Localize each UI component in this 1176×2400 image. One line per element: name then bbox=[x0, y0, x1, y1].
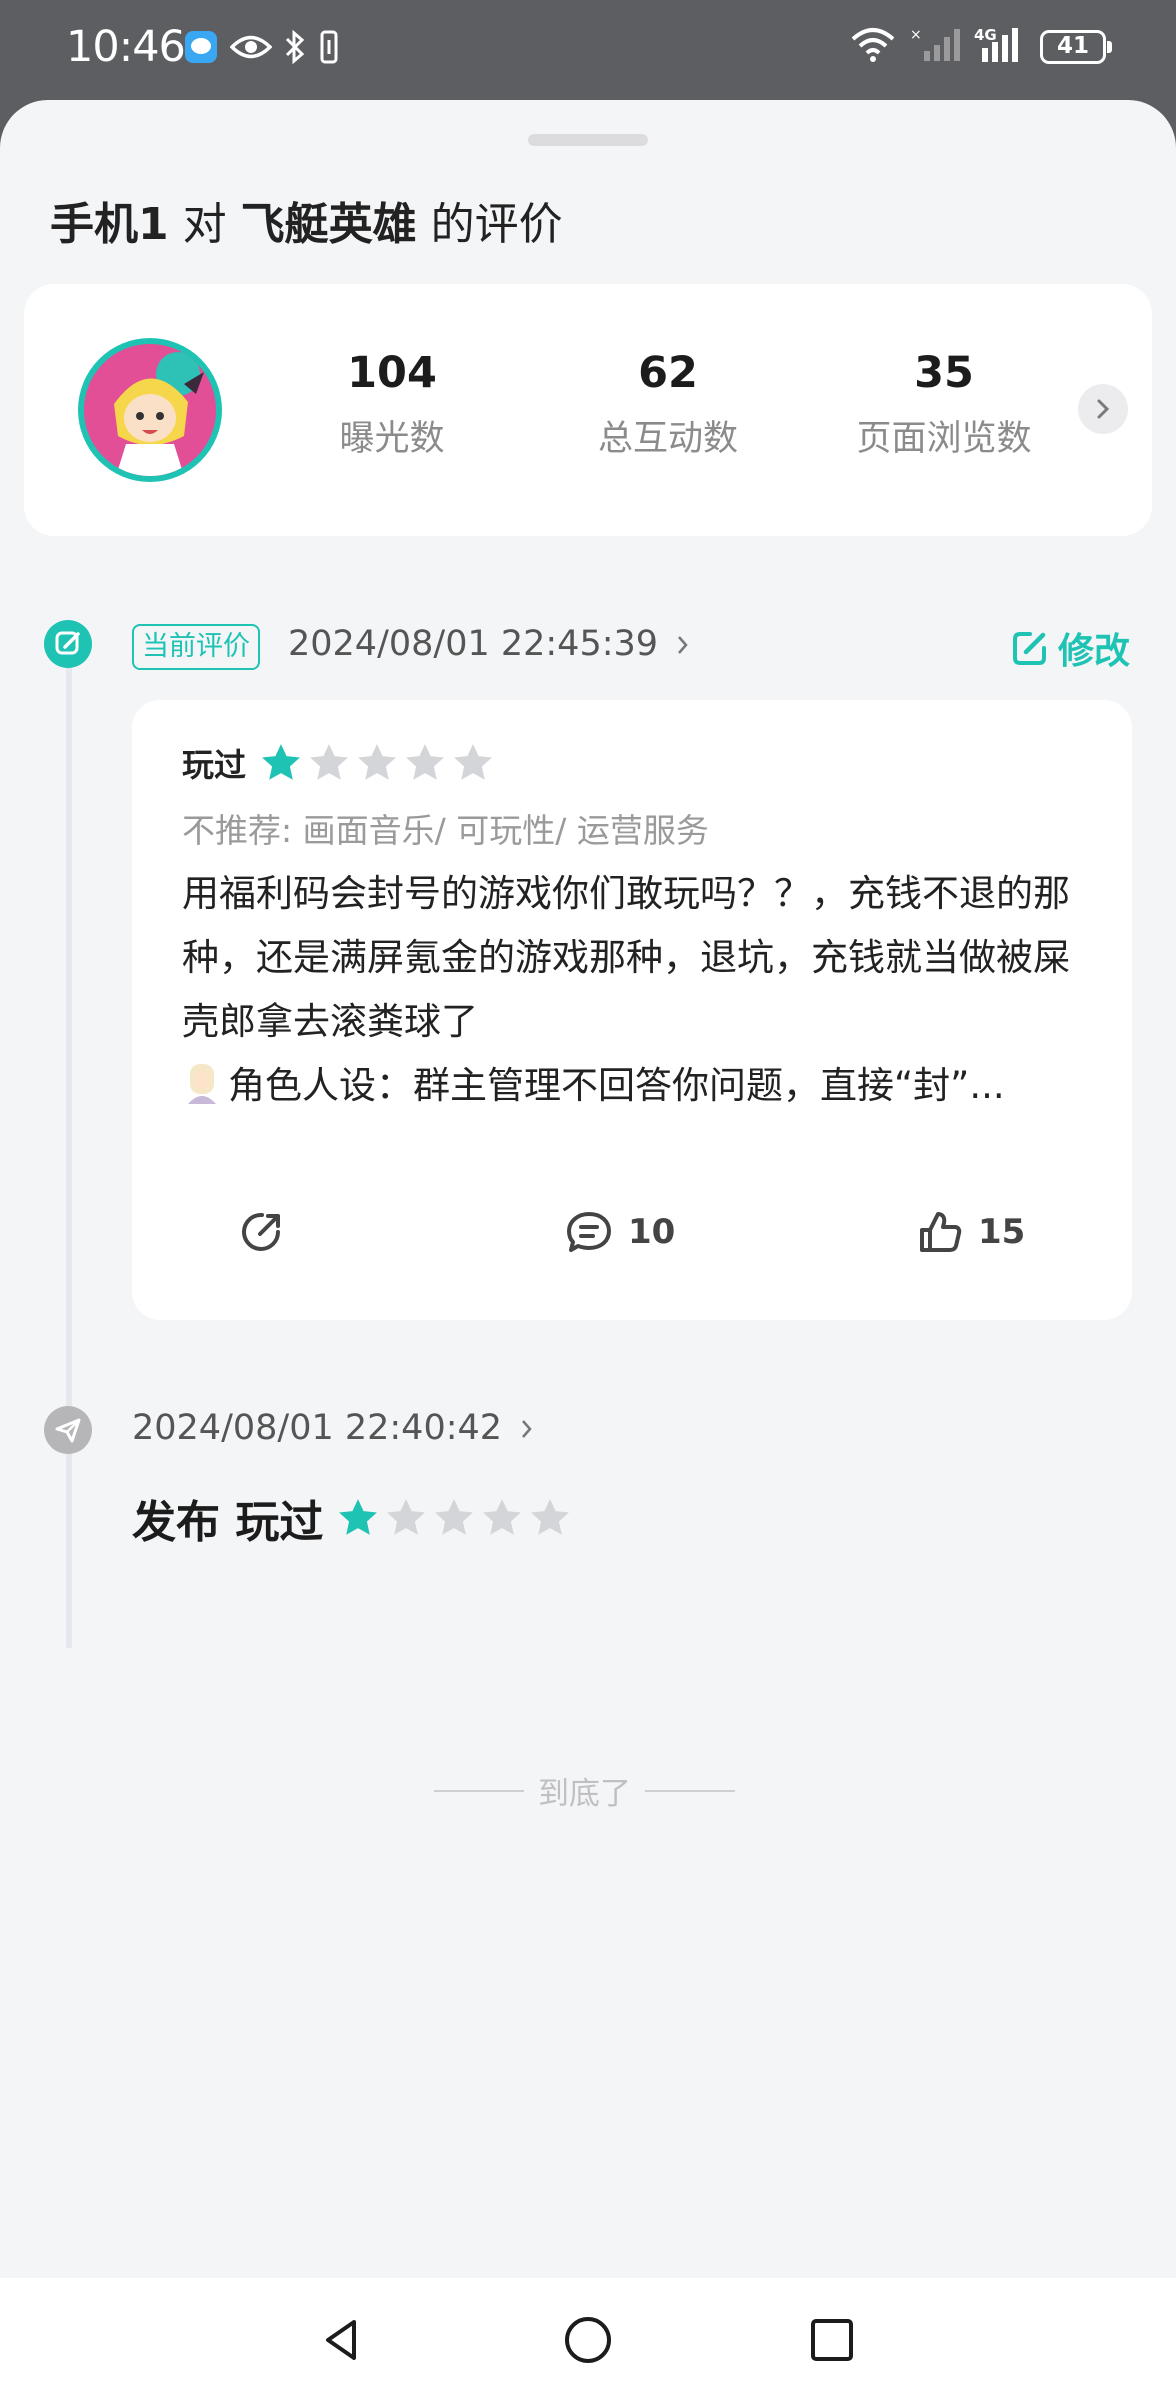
game-avatar bbox=[78, 338, 222, 482]
star-filled-icon bbox=[339, 1499, 378, 1535]
like-count: 15 bbox=[978, 1212, 1026, 1252]
star-empty-icon bbox=[387, 1499, 426, 1535]
review-actions: 10 15 bbox=[132, 1210, 1132, 1280]
star-empty-icon bbox=[310, 744, 348, 780]
status-right-icons: × 4G 41 bbox=[850, 26, 1112, 68]
star-rating bbox=[337, 1497, 571, 1539]
timeline-line bbox=[66, 648, 72, 1648]
stats-card[interactable]: 104 曝光数 62 总互动数 35 页面浏览数 bbox=[24, 284, 1152, 536]
star-empty-icon bbox=[483, 1499, 522, 1535]
review-text-line2-wrap: 角色人设：群主管理不回答你问题，直接“封”... bbox=[182, 1054, 1082, 1118]
drag-handle[interactable] bbox=[528, 134, 648, 146]
home-icon[interactable] bbox=[562, 2314, 614, 2366]
share-icon bbox=[242, 1212, 280, 1251]
review-header: 玩过 bbox=[182, 740, 494, 786]
title-user: 手机1 bbox=[50, 199, 169, 250]
current-review-datetime[interactable]: 2024/08/01 22:45:39 bbox=[288, 624, 691, 664]
share-button[interactable] bbox=[240, 1210, 284, 1254]
comment-icon bbox=[567, 1212, 611, 1252]
star-empty-icon bbox=[454, 744, 492, 780]
stat-interactions-value: 62 bbox=[638, 348, 698, 398]
wifi-icon bbox=[850, 27, 896, 67]
star-rating bbox=[260, 742, 494, 784]
stat-exposure-value: 104 bbox=[347, 348, 437, 398]
page-title: 手机1 对 飞艇英雄 的评价 bbox=[50, 188, 563, 252]
status-bar: 10:46 × 4G 41 bbox=[0, 0, 1176, 100]
chevron-right-icon bbox=[678, 636, 688, 654]
review-status: 玩过 bbox=[182, 746, 247, 784]
eye-icon bbox=[229, 32, 273, 66]
current-review-badge: 当前评价 bbox=[132, 624, 260, 670]
initial-review-entry: 发布 玩过 bbox=[132, 1486, 571, 1550]
title-suffix: 的评价 bbox=[430, 199, 563, 250]
battery-icon: 41 bbox=[1040, 30, 1112, 64]
system-nav-bar bbox=[0, 2278, 1176, 2400]
svg-text:×: × bbox=[910, 27, 922, 43]
edit-circle-icon bbox=[44, 620, 92, 668]
title-connector: 对 bbox=[182, 199, 227, 250]
chevron-right-icon[interactable] bbox=[1078, 384, 1128, 434]
initial-review-date-text: 2024/08/01 22:40:42 bbox=[132, 1408, 503, 1448]
signal-no-sim-icon: × bbox=[910, 27, 960, 67]
stat-interactions-label: 总互动数 bbox=[597, 419, 738, 459]
chevron-right-icon bbox=[522, 1420, 532, 1438]
comment-button[interactable]: 10 bbox=[566, 1210, 675, 1254]
divider bbox=[645, 1789, 735, 1792]
stat-page-views-value: 35 bbox=[914, 348, 974, 398]
comment-count: 10 bbox=[628, 1212, 676, 1252]
signal-icon: 4G bbox=[974, 26, 1026, 68]
review-tags: 不推荐: 画面音乐/ 可玩性/ 运营服务 bbox=[182, 811, 709, 850]
stat-page-views: 35 页面浏览数 bbox=[814, 348, 1074, 461]
star-empty-icon bbox=[406, 744, 444, 780]
back-icon[interactable] bbox=[316, 2314, 368, 2366]
edit-icon bbox=[1013, 632, 1046, 665]
send-circle-icon bbox=[44, 1406, 92, 1454]
stat-page-views-label: 页面浏览数 bbox=[856, 419, 1032, 459]
stat-interactions: 62 总互动数 bbox=[548, 348, 788, 461]
thumbs-up-icon bbox=[920, 1212, 962, 1252]
bluetooth-icon bbox=[284, 29, 306, 68]
star-empty-icon bbox=[435, 1499, 474, 1535]
review-text-line2: 角色人设：群主管理不回答你问题，直接“封”... bbox=[228, 1064, 1005, 1107]
end-of-list-text: 到底了 bbox=[538, 1776, 631, 1812]
like-button[interactable]: 15 bbox=[918, 1210, 1025, 1254]
vibrate-icon bbox=[318, 30, 340, 68]
initial-review-datetime[interactable]: 2024/08/01 22:40:42 bbox=[132, 1408, 535, 1448]
svg-text:4G: 4G bbox=[974, 26, 997, 44]
edit-label: 修改 bbox=[1058, 631, 1131, 672]
divider bbox=[434, 1789, 524, 1792]
current-review-date-text: 2024/08/01 22:45:39 bbox=[288, 624, 659, 664]
status-left-icons bbox=[184, 29, 340, 68]
review-text-line1: 用福利码会封号的游戏你们敢玩吗？？，充钱不退的那种，还是满屏氪金的游戏那种，退坑… bbox=[182, 872, 1070, 1043]
review-card[interactable]: 玩过 不推荐: 画面音乐/ 可玩性/ 运营服务 用福利码会封号的游戏你们敢玩吗？… bbox=[132, 700, 1132, 1320]
end-of-list: 到底了 bbox=[434, 1768, 735, 1813]
star-filled-icon bbox=[262, 744, 300, 780]
chat-bubble-icon bbox=[184, 30, 218, 68]
star-empty-icon bbox=[358, 744, 396, 780]
stat-exposure: 104 曝光数 bbox=[292, 348, 492, 461]
person-emoji-icon bbox=[188, 1064, 216, 1104]
edit-review-button[interactable]: 修改 bbox=[1010, 622, 1130, 674]
star-empty-icon bbox=[531, 1499, 570, 1535]
recents-icon[interactable] bbox=[806, 2314, 858, 2366]
status-time: 10:46 bbox=[66, 22, 186, 72]
initial-review-action: 发布 玩过 bbox=[132, 1497, 324, 1548]
review-history-sheet: 手机1 对 飞艇英雄 的评价 104 曝光数 62 总互动数 35 页面浏览数 … bbox=[0, 100, 1176, 2278]
stat-exposure-label: 曝光数 bbox=[339, 419, 445, 459]
review-text: 用福利码会封号的游戏你们敢玩吗？？，充钱不退的那种，还是满屏氪金的游戏那种，退坑… bbox=[182, 862, 1082, 1118]
title-game: 飞艇英雄 bbox=[240, 199, 417, 250]
